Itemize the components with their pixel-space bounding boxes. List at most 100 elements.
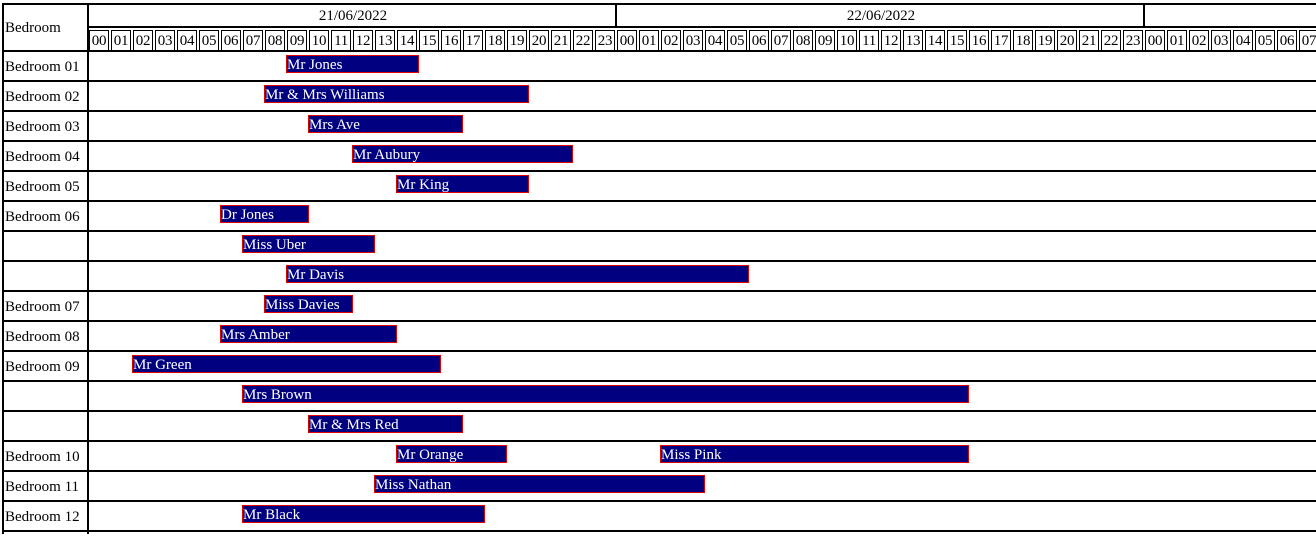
hour-header: 12 [353, 30, 373, 52]
hour-header: 07 [243, 30, 263, 52]
row-divider [2, 410, 1316, 412]
date-header: 21/06/2022 [318, 8, 388, 24]
table-border-bottom [2, 530, 1316, 532]
hour-header: 13 [375, 30, 395, 52]
hour-header: 13 [903, 30, 923, 52]
label-column-divider [87, 3, 89, 534]
room-label: Bedroom 02 [5, 89, 80, 105]
hour-header: 00 [617, 30, 637, 52]
hour-header: 07 [771, 30, 791, 52]
row-divider [2, 140, 1316, 142]
hour-header: 02 [133, 30, 153, 52]
hour-header: 07 [1299, 30, 1316, 52]
room-label: Bedroom 05 [5, 179, 80, 195]
room-label: Bedroom 07 [5, 299, 80, 315]
booking-bar[interactable]: Mrs Ave [308, 115, 463, 133]
hour-header: 17 [991, 30, 1011, 52]
date-header: 22/06/2022 [846, 8, 916, 24]
hour-header: 04 [177, 30, 197, 52]
hour-header: 22 [573, 30, 593, 52]
row-divider [2, 500, 1316, 502]
hour-header: 04 [1233, 30, 1253, 52]
booking-bar[interactable]: Miss Nathan [374, 475, 705, 493]
hour-header: 15 [947, 30, 967, 52]
hour-header: 19 [507, 30, 527, 52]
row-divider [2, 290, 1316, 292]
hour-header: 05 [199, 30, 219, 52]
room-label: Bedroom 01 [5, 59, 80, 75]
booking-bar[interactable]: Mr & Mrs Red [308, 415, 463, 433]
hour-header: 08 [265, 30, 285, 52]
row-divider [2, 230, 1316, 232]
hour-header: 23 [595, 30, 615, 52]
booking-bar[interactable]: Mr Orange [396, 445, 507, 463]
booking-bar[interactable]: Mr Black [242, 505, 485, 523]
row-divider [2, 110, 1316, 112]
room-label: Bedroom 10 [5, 449, 80, 465]
hour-header: 01 [639, 30, 659, 52]
booking-bar[interactable]: Mrs Brown [242, 385, 969, 403]
row-divider [2, 50, 1316, 52]
hour-header: 16 [969, 30, 989, 52]
booking-bar[interactable]: Mrs Amber [220, 325, 397, 343]
hour-header: 08 [793, 30, 813, 52]
hour-header: 11 [331, 30, 351, 52]
booking-bar[interactable]: Miss Davies [264, 295, 353, 313]
date-header [1145, 5, 1316, 27]
hour-header: 21 [551, 30, 571, 52]
room-label: Bedroom 03 [5, 119, 80, 135]
booking-bar[interactable]: Mr King [396, 175, 529, 193]
hour-header: 06 [1277, 30, 1297, 52]
hour-header: 05 [1255, 30, 1275, 52]
hour-header: 22 [1101, 30, 1121, 52]
hour-header: 01 [111, 30, 131, 52]
hour-header: 12 [881, 30, 901, 52]
hour-header: 09 [287, 30, 307, 52]
booking-bar[interactable]: Miss Uber [242, 235, 375, 253]
hour-header: 03 [155, 30, 175, 52]
row-divider [2, 350, 1316, 352]
row-divider [2, 260, 1316, 262]
hour-header: 17 [463, 30, 483, 52]
hour-header: 15 [419, 30, 439, 52]
hour-header: 11 [859, 30, 879, 52]
hour-header: 02 [661, 30, 681, 52]
hour-header: 10 [309, 30, 329, 52]
booking-bar[interactable]: Mr Davis [286, 265, 749, 283]
hour-header: 03 [683, 30, 703, 52]
room-label: Bedroom 11 [5, 479, 80, 495]
room-label: Bedroom 06 [5, 209, 80, 225]
hour-header: 03 [1211, 30, 1231, 52]
row-divider [2, 470, 1316, 472]
hour-header: 18 [485, 30, 505, 52]
booking-bar[interactable]: Dr Jones [220, 205, 309, 223]
booking-bar[interactable]: Miss Pink [660, 445, 969, 463]
hour-header: 10 [837, 30, 857, 52]
hour-header: 00 [1145, 30, 1165, 52]
row-divider [2, 320, 1316, 322]
hour-header: 21 [1079, 30, 1099, 52]
hour-header: 20 [1057, 30, 1077, 52]
hour-header: 14 [397, 30, 417, 52]
hour-header: 04 [705, 30, 725, 52]
row-divider [2, 440, 1316, 442]
hour-header: 02 [1189, 30, 1209, 52]
hour-header: 01 [1167, 30, 1187, 52]
row-divider [2, 200, 1316, 202]
row-divider [2, 80, 1316, 82]
hour-header: 00 [89, 30, 109, 52]
booking-bar[interactable]: Mr & Mrs Williams [264, 85, 529, 103]
hour-header: 23 [1123, 30, 1143, 52]
hour-header: 06 [221, 30, 241, 52]
booking-bar[interactable]: Mr Jones [286, 55, 419, 73]
booking-bar[interactable]: Mr Aubury [352, 145, 573, 163]
booking-bar[interactable]: Mr Green [132, 355, 441, 373]
hour-header: 14 [925, 30, 945, 52]
room-label: Bedroom 09 [5, 359, 80, 375]
row-divider [2, 380, 1316, 382]
row-divider [2, 170, 1316, 172]
hour-header: 18 [1013, 30, 1033, 52]
hour-header: 20 [529, 30, 549, 52]
hour-header: 16 [441, 30, 461, 52]
room-label: Bedroom 12 [5, 509, 80, 525]
